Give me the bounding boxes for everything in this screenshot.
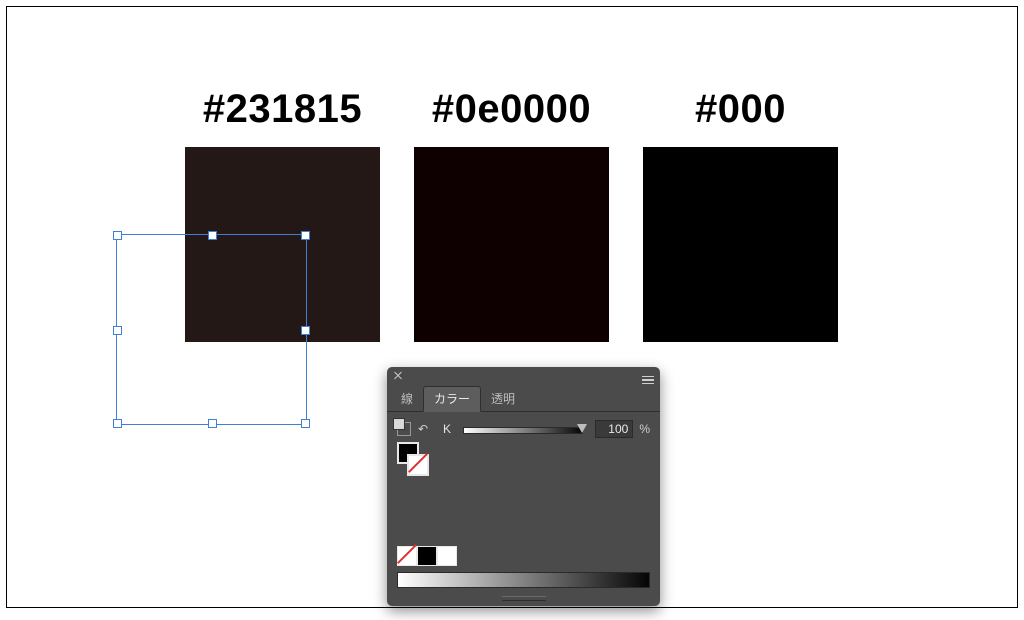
mini-white-chip[interactable] xyxy=(437,546,457,566)
panel-menu-icon[interactable] xyxy=(642,376,654,385)
swatch-label-3: #000 xyxy=(643,87,838,132)
swatch-3[interactable] xyxy=(643,147,838,342)
stroke-chip-none[interactable] xyxy=(407,454,429,476)
handle-tl[interactable] xyxy=(113,231,122,240)
panel-resize-handle[interactable] xyxy=(387,596,660,606)
swatch-label-2: #0e0000 xyxy=(414,87,609,132)
k-slider-track xyxy=(463,427,583,434)
color-panel: 線 カラー 透明 ↶ K 100 % xyxy=(387,367,660,606)
fill-stroke-swap-icon[interactable] xyxy=(397,422,411,436)
handle-ml[interactable] xyxy=(113,326,122,335)
mini-none-chip[interactable] xyxy=(397,546,417,566)
handle-tc[interactable] xyxy=(208,231,217,240)
handle-tr[interactable] xyxy=(301,231,310,240)
selection-box[interactable] xyxy=(116,234,307,425)
k-unit-label: % xyxy=(639,422,650,436)
k-value-input[interactable]: 100 xyxy=(595,420,633,438)
tab-color[interactable]: カラー xyxy=(423,386,481,412)
handle-bl[interactable] xyxy=(113,419,122,428)
mini-black-chip[interactable] xyxy=(417,546,437,566)
k-channel-label: K xyxy=(443,422,451,436)
canvas-stage: #231815 #0e0000 #000 線 カラー 透明 ↶ K xyxy=(6,6,1018,608)
swatch-label-1: #231815 xyxy=(185,87,380,132)
handle-br[interactable] xyxy=(301,419,310,428)
grayscale-spectrum[interactable] xyxy=(397,572,650,588)
tab-transparency[interactable]: 透明 xyxy=(481,387,525,411)
k-slider-thumb[interactable] xyxy=(577,424,587,433)
last-color-icon[interactable]: ↶ xyxy=(417,422,429,436)
tab-stroke[interactable]: 線 xyxy=(391,387,423,411)
panel-tabs: 線 カラー 透明 xyxy=(387,389,660,412)
handle-bc[interactable] xyxy=(208,419,217,428)
k-slider[interactable] xyxy=(463,423,583,435)
close-icon[interactable] xyxy=(393,375,403,385)
handle-mr[interactable] xyxy=(301,326,310,335)
swatch-2[interactable] xyxy=(414,147,609,342)
